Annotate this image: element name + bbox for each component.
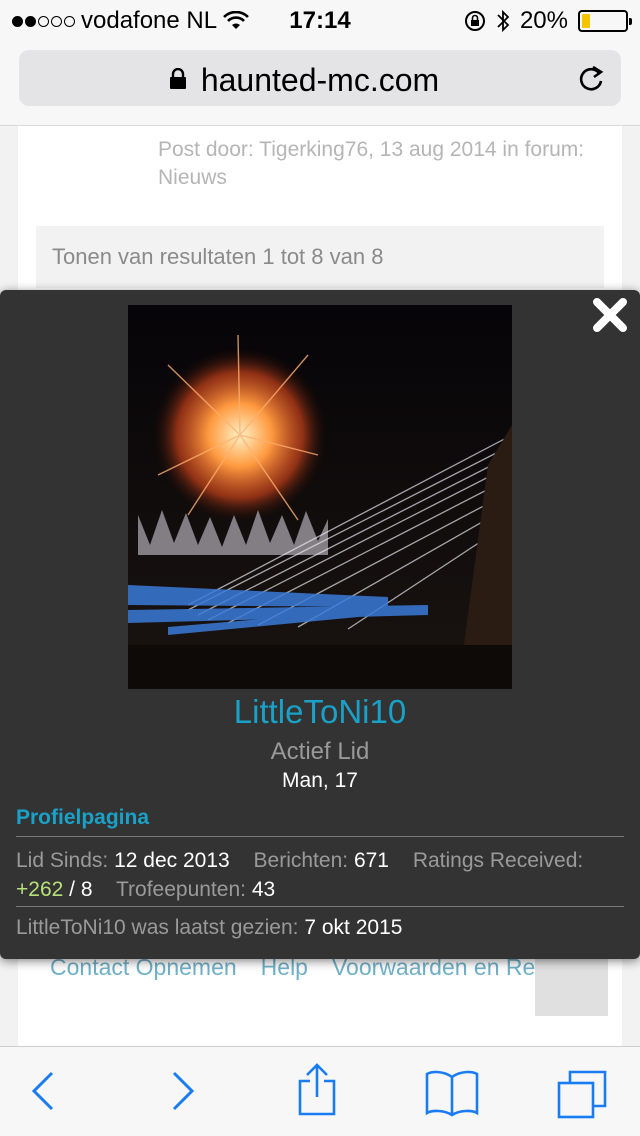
reload-icon[interactable]	[577, 63, 605, 93]
status-right: 20%	[464, 7, 632, 35]
bookmarks-icon[interactable]	[424, 1069, 480, 1117]
username-link[interactable]: LittleToNi10	[0, 693, 640, 731]
forward-icon[interactable]	[170, 1069, 196, 1113]
address-bar-area: haunted-mc.com	[0, 40, 640, 126]
bluetooth-icon	[497, 9, 510, 33]
url-text: haunted-mc.com	[200, 62, 440, 98]
tabs-icon[interactable]	[556, 1069, 608, 1119]
results-count: Tonen van resultaten 1 tot 8 van 8	[36, 226, 604, 288]
screen: vodafone NL 17:14 20% haunted-mc.com Pos…	[0, 0, 640, 1136]
profile-page-link[interactable]: Profielpagina	[16, 806, 149, 830]
last-seen-value: 7 okt 2015	[304, 916, 403, 939]
rotation-lock-icon	[464, 11, 485, 31]
ratings-rest: / 8	[69, 878, 93, 901]
status-bar: vodafone NL 17:14 20%	[0, 0, 640, 40]
battery-fill	[582, 14, 590, 28]
results-text: Tonen van resultaten 1 tot 8 van 8	[52, 244, 384, 269]
ratings-positive: +262	[16, 878, 64, 901]
ratings-label: Ratings Received:	[412, 849, 584, 872]
divider	[16, 836, 624, 837]
post-meta: Post door: Tigerking76, 13 aug 2014 in f…	[158, 138, 585, 189]
member-since-label: Lid Sinds:	[16, 849, 109, 872]
member-since-value: 12 dec 2013	[114, 849, 230, 872]
share-icon[interactable]	[296, 1063, 338, 1117]
trophy-value[interactable]: 43	[252, 878, 275, 901]
trophy-label: Trofeepunten:	[115, 878, 246, 901]
back-icon[interactable]	[30, 1069, 56, 1113]
user-stats: Lid Sinds: 12 dec 2013 Berichten: 671 Ra…	[16, 846, 624, 904]
battery-icon	[578, 10, 632, 32]
avatar	[128, 305, 512, 689]
battery-percent: 20%	[519, 7, 568, 34]
close-icon[interactable]	[592, 297, 628, 333]
last-seen: LittleToNi10 was laatst gezien: 7 okt 20…	[16, 916, 402, 940]
browser-toolbar	[0, 1046, 640, 1136]
last-seen-label: LittleToNi10 was laatst gezien:	[16, 916, 299, 939]
messages-label: Berichten:	[253, 849, 349, 872]
address-bar[interactable]: haunted-mc.com	[19, 50, 621, 106]
user-info: Man, 17	[282, 769, 358, 792]
user-rank: Actief Lid	[270, 738, 370, 765]
messages-value[interactable]: 671	[354, 849, 389, 872]
divider	[16, 906, 624, 907]
